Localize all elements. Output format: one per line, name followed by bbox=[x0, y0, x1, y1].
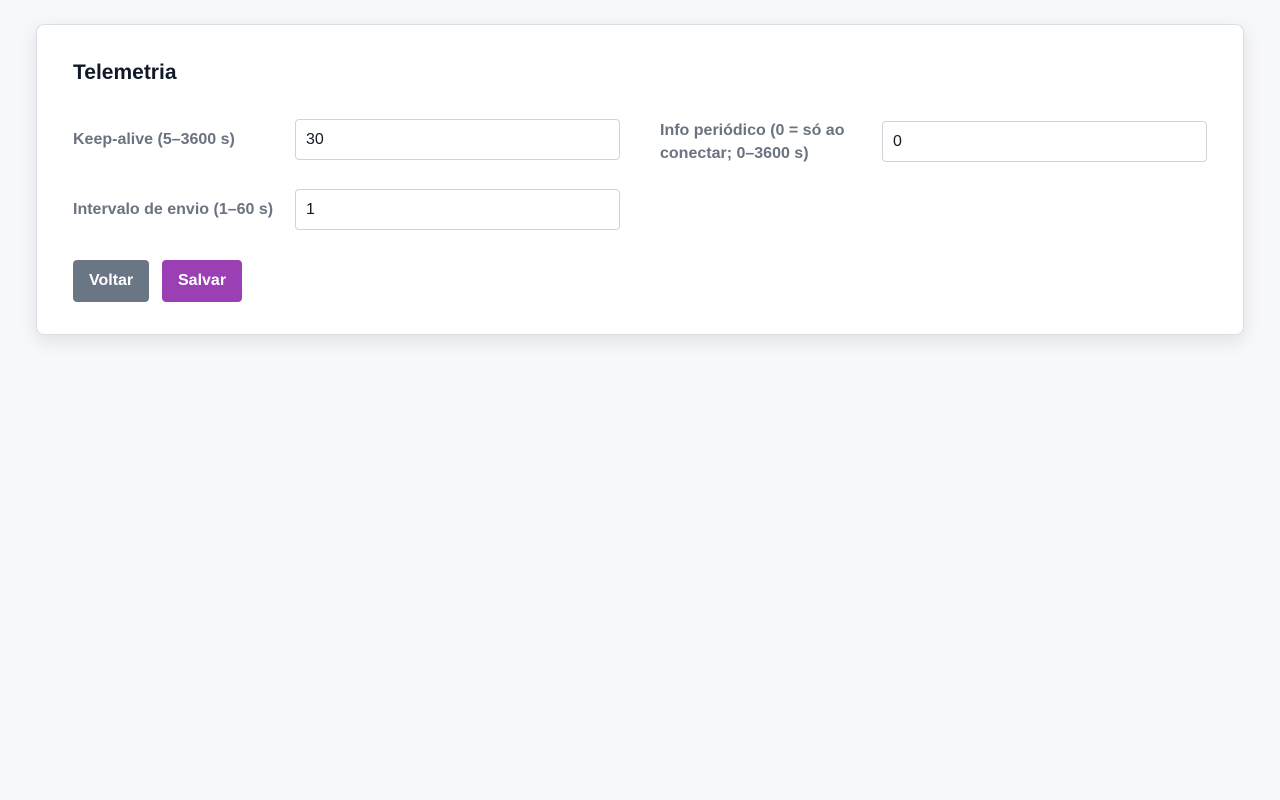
intervalo-envio-label: Intervalo de envio (1–60 s) bbox=[73, 201, 274, 218]
keepalive-input[interactable] bbox=[295, 119, 620, 160]
back-button[interactable]: Voltar bbox=[73, 260, 149, 302]
save-button[interactable]: Salvar bbox=[162, 260, 242, 302]
keepalive-label: Keep-alive (5–3600 s) bbox=[73, 131, 235, 148]
card-title: Telemetria bbox=[73, 61, 177, 84]
info-periodico-input[interactable] bbox=[882, 121, 1207, 162]
intervalo-envio-input[interactable] bbox=[295, 189, 620, 230]
info-periodico-label: Info periódico (0 = só ao conectar; 0–36… bbox=[660, 122, 845, 162]
telemetry-card: Telemetria Keep-alive (5–3600 s) Info pe… bbox=[36, 24, 1244, 335]
